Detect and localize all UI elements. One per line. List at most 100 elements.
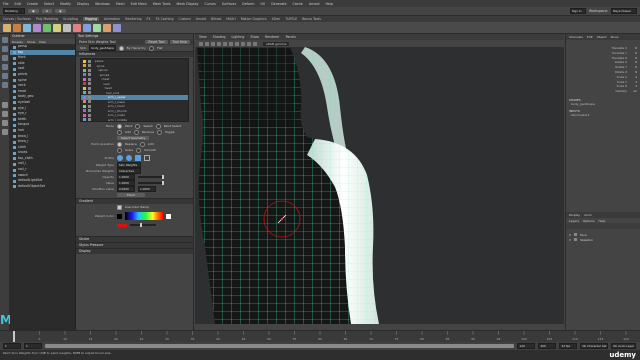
shelf-tab-xgen[interactable]: XGen — [272, 17, 281, 21]
opacity-slider[interactable] — [138, 175, 164, 179]
shelf-tab-turtle[interactable]: TURTLE — [285, 17, 297, 21]
profile-soft-icon[interactable] — [117, 154, 123, 161]
select-tool-icon[interactable] — [2, 37, 8, 43]
move-tool-icon[interactable] — [2, 64, 8, 70]
select-mode-icon[interactable]: ▣ — [28, 8, 39, 14]
layer-menu-help[interactable]: Help — [599, 219, 606, 223]
end-frame-field[interactable]: 200 — [538, 343, 557, 349]
flat-radio[interactable] — [148, 45, 154, 51]
by-hierarchy-radio[interactable] — [118, 45, 124, 51]
add-radio[interactable] — [117, 129, 122, 135]
profile-hard-icon[interactable] — [126, 154, 132, 161]
lock-icon[interactable] — [88, 68, 91, 72]
toggle-radio[interactable] — [157, 129, 162, 135]
scale-radio[interactable] — [117, 147, 122, 153]
outliner-item[interactable]: defaultObjectSet — [10, 184, 75, 190]
menu-modify[interactable]: Modify — [60, 2, 71, 6]
viewport-menu-shading[interactable]: Shading — [213, 35, 226, 39]
workspace-dropdown[interactable]: Maya Classic — [611, 8, 637, 14]
shelf-tab-rigging[interactable]: Rigging — [82, 17, 99, 21]
lock-icon[interactable] — [88, 95, 91, 99]
start-frame-field[interactable]: 1 — [3, 343, 21, 349]
menu-curves[interactable]: Curves — [204, 2, 215, 6]
menu-edit-mesh[interactable]: Edit Mesh — [131, 2, 147, 6]
viewport-panel[interactable]: View Shading Lighting Show Renderer Panels sR… — [195, 34, 564, 324]
layer-tab-display[interactable]: Display — [569, 213, 580, 217]
menu-set-dropdown[interactable]: Modeling — [3, 8, 25, 14]
rotate-tool-icon[interactable] — [2, 73, 8, 79]
texture-icon[interactable] — [223, 41, 227, 46]
shelf-tab-bifrost[interactable]: Bifrost — [211, 17, 221, 21]
shelf-tool-icon[interactable] — [93, 23, 101, 32]
shelf-tab-bonus-tools[interactable]: Bonus Tools — [302, 17, 321, 21]
mode-select-radio[interactable] — [135, 123, 141, 129]
max-field[interactable]: 1.0000 — [138, 186, 156, 192]
shelf-tool-icon[interactable] — [33, 23, 41, 32]
channel-tab-show[interactable]: Show — [610, 35, 618, 39]
viewport-menu-renderer[interactable]: Renderer — [265, 35, 280, 39]
range-start-field[interactable]: 1 — [24, 343, 42, 349]
wireframe-icon[interactable] — [211, 41, 215, 46]
channel-tab-object[interactable]: Object — [597, 35, 607, 39]
shelf-tab-fx[interactable]: FX — [147, 17, 151, 21]
lock-icon[interactable] — [88, 86, 91, 90]
ramp-white-swatch[interactable] — [166, 213, 171, 219]
smooth-radio[interactable] — [136, 147, 142, 153]
channel-tab-edit[interactable]: Edit — [587, 35, 593, 39]
shelf-tab-sculpting[interactable]: Sculpting — [63, 17, 78, 21]
shadows-icon[interactable] — [235, 41, 239, 46]
color-ramp[interactable] — [125, 212, 163, 220]
lights-icon[interactable] — [229, 41, 233, 46]
shelf-tab-animation[interactable]: Animation — [104, 17, 120, 21]
menu-select[interactable]: Select — [44, 2, 54, 6]
render-icon[interactable]: ◉ — [55, 8, 66, 14]
shelf-tab-mash[interactable]: MASH — [226, 17, 235, 21]
influence-item[interactable]: arm_l_middle — [81, 118, 188, 121]
camera-icon[interactable] — [199, 41, 203, 46]
isolate-icon[interactable] — [247, 41, 251, 46]
outliner-menu-display[interactable]: Display — [12, 40, 23, 44]
lock-icon[interactable] — [88, 82, 91, 86]
ramp-selected-color[interactable] — [117, 223, 127, 227]
character-set-dropdown[interactable]: No Character Set — [580, 343, 609, 349]
shelf-tool-icon[interactable] — [83, 23, 91, 32]
shelf-tab-custom[interactable]: Custom — [178, 17, 190, 21]
attribute-value[interactable]: on — [629, 89, 637, 94]
range-end-field[interactable]: 120 — [517, 343, 536, 349]
menu-cache[interactable]: Cache — [293, 2, 303, 6]
color-space-dropdown[interactable]: sRGB gamma — [263, 41, 290, 46]
influences-header[interactable]: Influences — [76, 51, 193, 57]
replace-radio[interactable] — [117, 141, 122, 147]
outliner-menu-help[interactable]: Help — [39, 40, 46, 44]
lock-icon[interactable] — [88, 91, 91, 95]
mode-paint-select-radio[interactable] — [155, 123, 161, 129]
lock-icon[interactable] — [88, 59, 91, 63]
ramp-black-swatch[interactable] — [117, 213, 122, 219]
outliner-layout-icon[interactable] — [2, 129, 8, 135]
profile-square-icon[interactable] — [135, 154, 141, 161]
smooth-shade-icon[interactable] — [217, 41, 221, 46]
anim-layer-dropdown[interactable]: No Anim Layer — [611, 343, 636, 349]
fps-dropdown[interactable]: 24 fps — [559, 343, 578, 349]
input-name[interactable]: skinCluster1 — [566, 113, 640, 117]
four-view-icon[interactable] — [2, 111, 8, 117]
shelf-tab-arnold[interactable]: Arnold — [196, 17, 206, 21]
shelf-tool-icon[interactable] — [63, 23, 71, 32]
shelf-tool-icon[interactable] — [103, 23, 111, 32]
mode-paint-radio[interactable] — [117, 123, 122, 129]
lock-icon[interactable] — [88, 100, 91, 104]
display-header[interactable]: Display — [76, 248, 193, 254]
lasso-tool-icon[interactable] — [2, 46, 8, 52]
layer-tab-anim[interactable]: Anim — [584, 213, 592, 217]
shelf-tool-icon[interactable] — [13, 23, 21, 32]
time-slider[interactable]: 1510152025303540455055606570758085909510… — [0, 330, 640, 343]
lock-icon[interactable] — [88, 64, 91, 68]
flood-button[interactable]: Flood — [117, 192, 145, 198]
layer-visibility-toggle[interactable]: V — [569, 238, 571, 242]
menu-generate[interactable]: Generate — [271, 2, 286, 6]
menu-deform[interactable]: Deform — [242, 2, 254, 6]
paint-select-icon[interactable] — [2, 55, 8, 61]
menu-mesh[interactable]: Mesh — [116, 2, 125, 6]
lock-icon[interactable] — [88, 113, 91, 117]
reset-tool-button[interactable]: Reset Tool — [145, 40, 168, 44]
